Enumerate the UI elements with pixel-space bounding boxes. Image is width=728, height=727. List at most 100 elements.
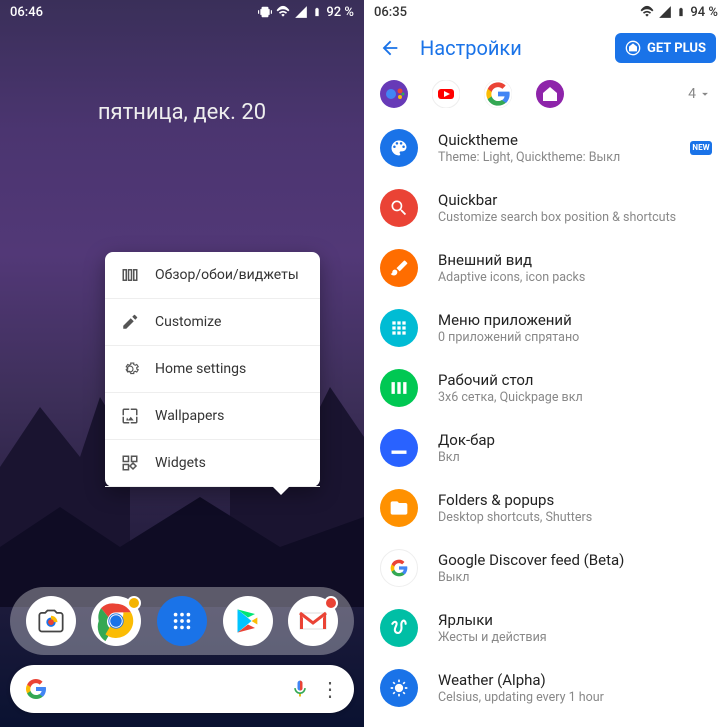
battery-percent: 94 % xyxy=(690,5,718,20)
status-bar: 06:46 92 % xyxy=(0,0,364,24)
settings-row[interactable]: Рабочий стол3x6 сетка, Quickpage вкл xyxy=(364,358,728,418)
appbar-title: Настройки xyxy=(420,36,522,60)
row-icon xyxy=(380,669,418,707)
quick-icon-google[interactable] xyxy=(484,80,512,108)
row-subtitle: Жесты и действия xyxy=(438,630,712,645)
quick-icon-assistant[interactable] xyxy=(380,80,408,108)
row-icon xyxy=(380,429,418,467)
gear-icon xyxy=(121,360,139,378)
google-g-icon xyxy=(24,677,48,701)
quick-icons-row: 4 xyxy=(364,80,728,108)
ctx-widgets[interactable]: Widgets xyxy=(105,440,320,487)
row-icon xyxy=(380,369,418,407)
ctx-label: Customize xyxy=(155,314,221,330)
settings-row[interactable]: Внешний видAdaptive icons, icon packs xyxy=(364,238,728,298)
battery-icon xyxy=(676,5,686,19)
signal-icon xyxy=(294,5,308,19)
overview-icon xyxy=(121,266,139,284)
settings-row[interactable]: Google Discover feed (Beta)Выкл xyxy=(364,538,728,598)
play-store-icon[interactable] xyxy=(223,596,273,646)
status-bar: 06:35 94 % xyxy=(364,0,728,24)
row-subtitle: Desktop shortcuts, Shutters xyxy=(438,510,712,525)
row-subtitle: Theme: Light, Quicktheme: Выкл xyxy=(438,150,670,165)
signal-icon xyxy=(658,5,672,19)
row-title: Quicktheme xyxy=(438,131,670,149)
row-title: Внешний вид xyxy=(438,251,712,269)
quick-count[interactable]: 4 xyxy=(688,86,712,102)
row-texts: QuickbarCustomize search box position & … xyxy=(438,191,712,225)
wifi-icon xyxy=(276,5,290,19)
row-icon xyxy=(380,129,418,167)
widgets-icon xyxy=(121,454,139,472)
row-subtitle: Adaptive icons, icon packs xyxy=(438,270,712,285)
status-icons: 94 % xyxy=(640,5,718,20)
search-input[interactable] xyxy=(58,680,290,698)
ctx-customize[interactable]: Customize xyxy=(105,299,320,346)
status-time: 06:35 xyxy=(374,5,407,20)
home-plus-icon xyxy=(625,40,641,56)
row-texts: Folders & popupsDesktop shortcuts, Shutt… xyxy=(438,491,712,525)
settings-row[interactable]: QuickbarCustomize search box position & … xyxy=(364,178,728,238)
status-time: 06:46 xyxy=(10,5,43,20)
row-texts: Weather (Alpha)Celsius, updating every 1… xyxy=(438,671,712,705)
ctx-wallpapers[interactable]: Wallpapers xyxy=(105,393,320,440)
row-texts: Внешний видAdaptive icons, icon packs xyxy=(438,251,712,285)
get-plus-button[interactable]: GET PLUS xyxy=(615,33,716,63)
row-icon xyxy=(380,189,418,227)
chevron-down-icon xyxy=(698,87,712,101)
search-bar[interactable]: ⋮ xyxy=(10,665,354,713)
row-title: Folders & popups xyxy=(438,491,712,509)
row-icon xyxy=(380,489,418,527)
settings-row[interactable]: QuickthemeTheme: Light, Quicktheme: Выкл… xyxy=(364,118,728,178)
status-icons: 92 % xyxy=(258,5,354,20)
popup-tail xyxy=(272,486,290,495)
google-g-icon xyxy=(380,549,418,587)
more-icon[interactable]: ⋮ xyxy=(320,677,340,701)
mic-icon[interactable] xyxy=(290,679,310,699)
row-subtitle: Celsius, updating every 1 hour xyxy=(438,690,712,705)
row-subtitle: Customize search box position & shortcut… xyxy=(438,210,712,225)
settings-row[interactable]: Док-барВкл xyxy=(364,418,728,478)
quick-icon-youtube[interactable] xyxy=(432,80,460,108)
row-texts: Рабочий стол3x6 сетка, Quickpage вкл xyxy=(438,371,712,405)
ctx-label: Widgets xyxy=(155,455,206,471)
gmail-app-icon[interactable] xyxy=(288,596,338,646)
row-title: Ярлыки xyxy=(438,611,712,629)
new-badge: NEW xyxy=(690,141,712,155)
chrome-app-icon[interactable] xyxy=(91,596,141,646)
settings-row[interactable]: Weather (Alpha)Celsius, updating every 1… xyxy=(364,658,728,718)
notification-badge xyxy=(324,596,338,610)
row-title: Док-бар xyxy=(438,431,712,449)
row-title: Google Discover feed (Beta) xyxy=(438,551,712,569)
row-icon xyxy=(380,309,418,347)
pencil-icon xyxy=(121,313,139,331)
vibrate-icon xyxy=(258,5,272,19)
ctx-label: Обзор/обои/виджеты xyxy=(155,267,299,283)
settings-row[interactable]: Folders & popupsDesktop shortcuts, Shutt… xyxy=(364,478,728,538)
row-icon xyxy=(380,609,418,647)
homescreen-phone: 06:46 92 % пятница, дек. 20 Обзор/обои/в… xyxy=(0,0,364,727)
row-title: Рабочий стол xyxy=(438,371,712,389)
battery-icon xyxy=(312,5,322,19)
dock xyxy=(10,587,354,655)
settings-list[interactable]: QuickthemeTheme: Light, Quicktheme: Выкл… xyxy=(364,118,728,727)
settings-row[interactable]: Меню приложений0 приложений спрятано xyxy=(364,298,728,358)
quick-icon-home[interactable] xyxy=(536,80,564,108)
context-menu: Обзор/обои/виджеты Customize Home settin… xyxy=(105,252,320,487)
ctx-home-settings[interactable]: Home settings xyxy=(105,346,320,393)
wifi-icon xyxy=(640,5,654,19)
app-drawer-icon[interactable] xyxy=(157,596,207,646)
back-button[interactable] xyxy=(376,34,404,62)
row-texts: QuickthemeTheme: Light, Quicktheme: Выкл xyxy=(438,131,670,165)
ctx-label: Home settings xyxy=(155,361,246,377)
date-widget[interactable]: пятница, дек. 20 xyxy=(0,100,364,125)
ctx-label: Wallpapers xyxy=(155,408,224,424)
row-texts: Google Discover feed (Beta)Выкл xyxy=(438,551,712,585)
wallpaper-icon xyxy=(121,407,139,425)
row-title: Weather (Alpha) xyxy=(438,671,712,689)
appbar: Настройки GET PLUS xyxy=(364,24,728,72)
settings-row[interactable]: ЯрлыкиЖесты и действия xyxy=(364,598,728,658)
camera-app-icon[interactable] xyxy=(26,596,76,646)
ctx-overview[interactable]: Обзор/обои/виджеты xyxy=(105,252,320,299)
row-title: Меню приложений xyxy=(438,311,712,329)
